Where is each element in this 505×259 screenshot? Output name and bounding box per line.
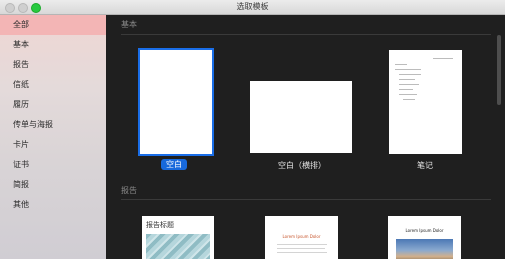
template-label-note[interactable]: 笔记 bbox=[413, 160, 437, 171]
sidebar-item-all[interactable]: 全部 bbox=[0, 15, 106, 35]
template-thumbnail-report-2[interactable]: Lorem Ipsum Dolor bbox=[265, 216, 338, 259]
sidebar-item-newsletters[interactable]: 简报 bbox=[0, 175, 106, 195]
section-title-basic: 基本 bbox=[121, 20, 137, 29]
sidebar-item-letters[interactable]: 信纸 bbox=[0, 75, 106, 95]
template-label-blank-landscape[interactable]: 空白（横排） bbox=[267, 160, 337, 171]
note-text-line bbox=[399, 79, 415, 80]
report-thumb-title: Lorem Ipsum Dolor bbox=[282, 234, 321, 239]
note-text-line bbox=[395, 64, 407, 65]
note-text-line bbox=[399, 94, 417, 95]
sidebar-item-flyers-posters[interactable]: 传单与海报 bbox=[0, 115, 106, 135]
sidebar-item-other[interactable]: 其他 bbox=[0, 195, 106, 215]
template-thumbnail-report-3[interactable]: Lorem Ipsum Dolor bbox=[388, 216, 461, 259]
report-thumb-photo bbox=[396, 239, 453, 259]
section-divider bbox=[121, 199, 491, 200]
template-label-blank[interactable]: 空白 bbox=[161, 159, 187, 170]
gallery-scrollbar[interactable] bbox=[497, 35, 501, 105]
note-text-line bbox=[399, 74, 421, 75]
sidebar-item-certificates[interactable]: 证书 bbox=[0, 155, 106, 175]
report-thumb-title: Lorem Ipsum Dolor bbox=[405, 228, 444, 233]
sidebar-item-resumes[interactable]: 履历 bbox=[0, 95, 106, 115]
template-gallery: 基本 空白 空白（横排） 笔记 报告 报告标题 Lorem Ipsum Dolo… bbox=[107, 15, 505, 259]
note-header-line bbox=[433, 58, 453, 59]
template-thumbnail-report[interactable]: 报告标题 bbox=[142, 216, 214, 259]
note-text-line bbox=[403, 99, 415, 100]
report-thumb-title: 报告标题 bbox=[146, 221, 174, 229]
note-text-line bbox=[395, 69, 421, 70]
template-thumbnail-blank[interactable] bbox=[138, 48, 214, 156]
template-thumbnail-note[interactable] bbox=[389, 50, 462, 154]
template-chooser-window: 选取模板 全部 基本 报告 信纸 履历 传单与海报 卡片 证书 简报 其他 基本… bbox=[0, 0, 505, 259]
template-thumbnail-blank-landscape[interactable] bbox=[250, 81, 352, 153]
sidebar-item-basic[interactable]: 基本 bbox=[0, 35, 106, 55]
window-title: 选取模板 bbox=[236, 2, 269, 11]
sidebar-item-reports[interactable]: 报告 bbox=[0, 55, 106, 75]
section-divider bbox=[121, 34, 491, 35]
report-thumb-text-line bbox=[277, 244, 327, 245]
note-text-line bbox=[399, 84, 419, 85]
report-thumb-photo bbox=[146, 234, 210, 259]
note-text-line bbox=[399, 89, 413, 90]
section-title-reports: 报告 bbox=[121, 186, 137, 195]
sidebar-item-cards[interactable]: 卡片 bbox=[0, 135, 106, 155]
title-bar: 选取模板 bbox=[0, 0, 505, 15]
category-sidebar: 全部 基本 报告 信纸 履历 传单与海报 卡片 证书 简报 其他 bbox=[0, 15, 106, 259]
report-thumb-text-line bbox=[277, 248, 325, 249]
report-thumb-text-line bbox=[277, 252, 327, 253]
